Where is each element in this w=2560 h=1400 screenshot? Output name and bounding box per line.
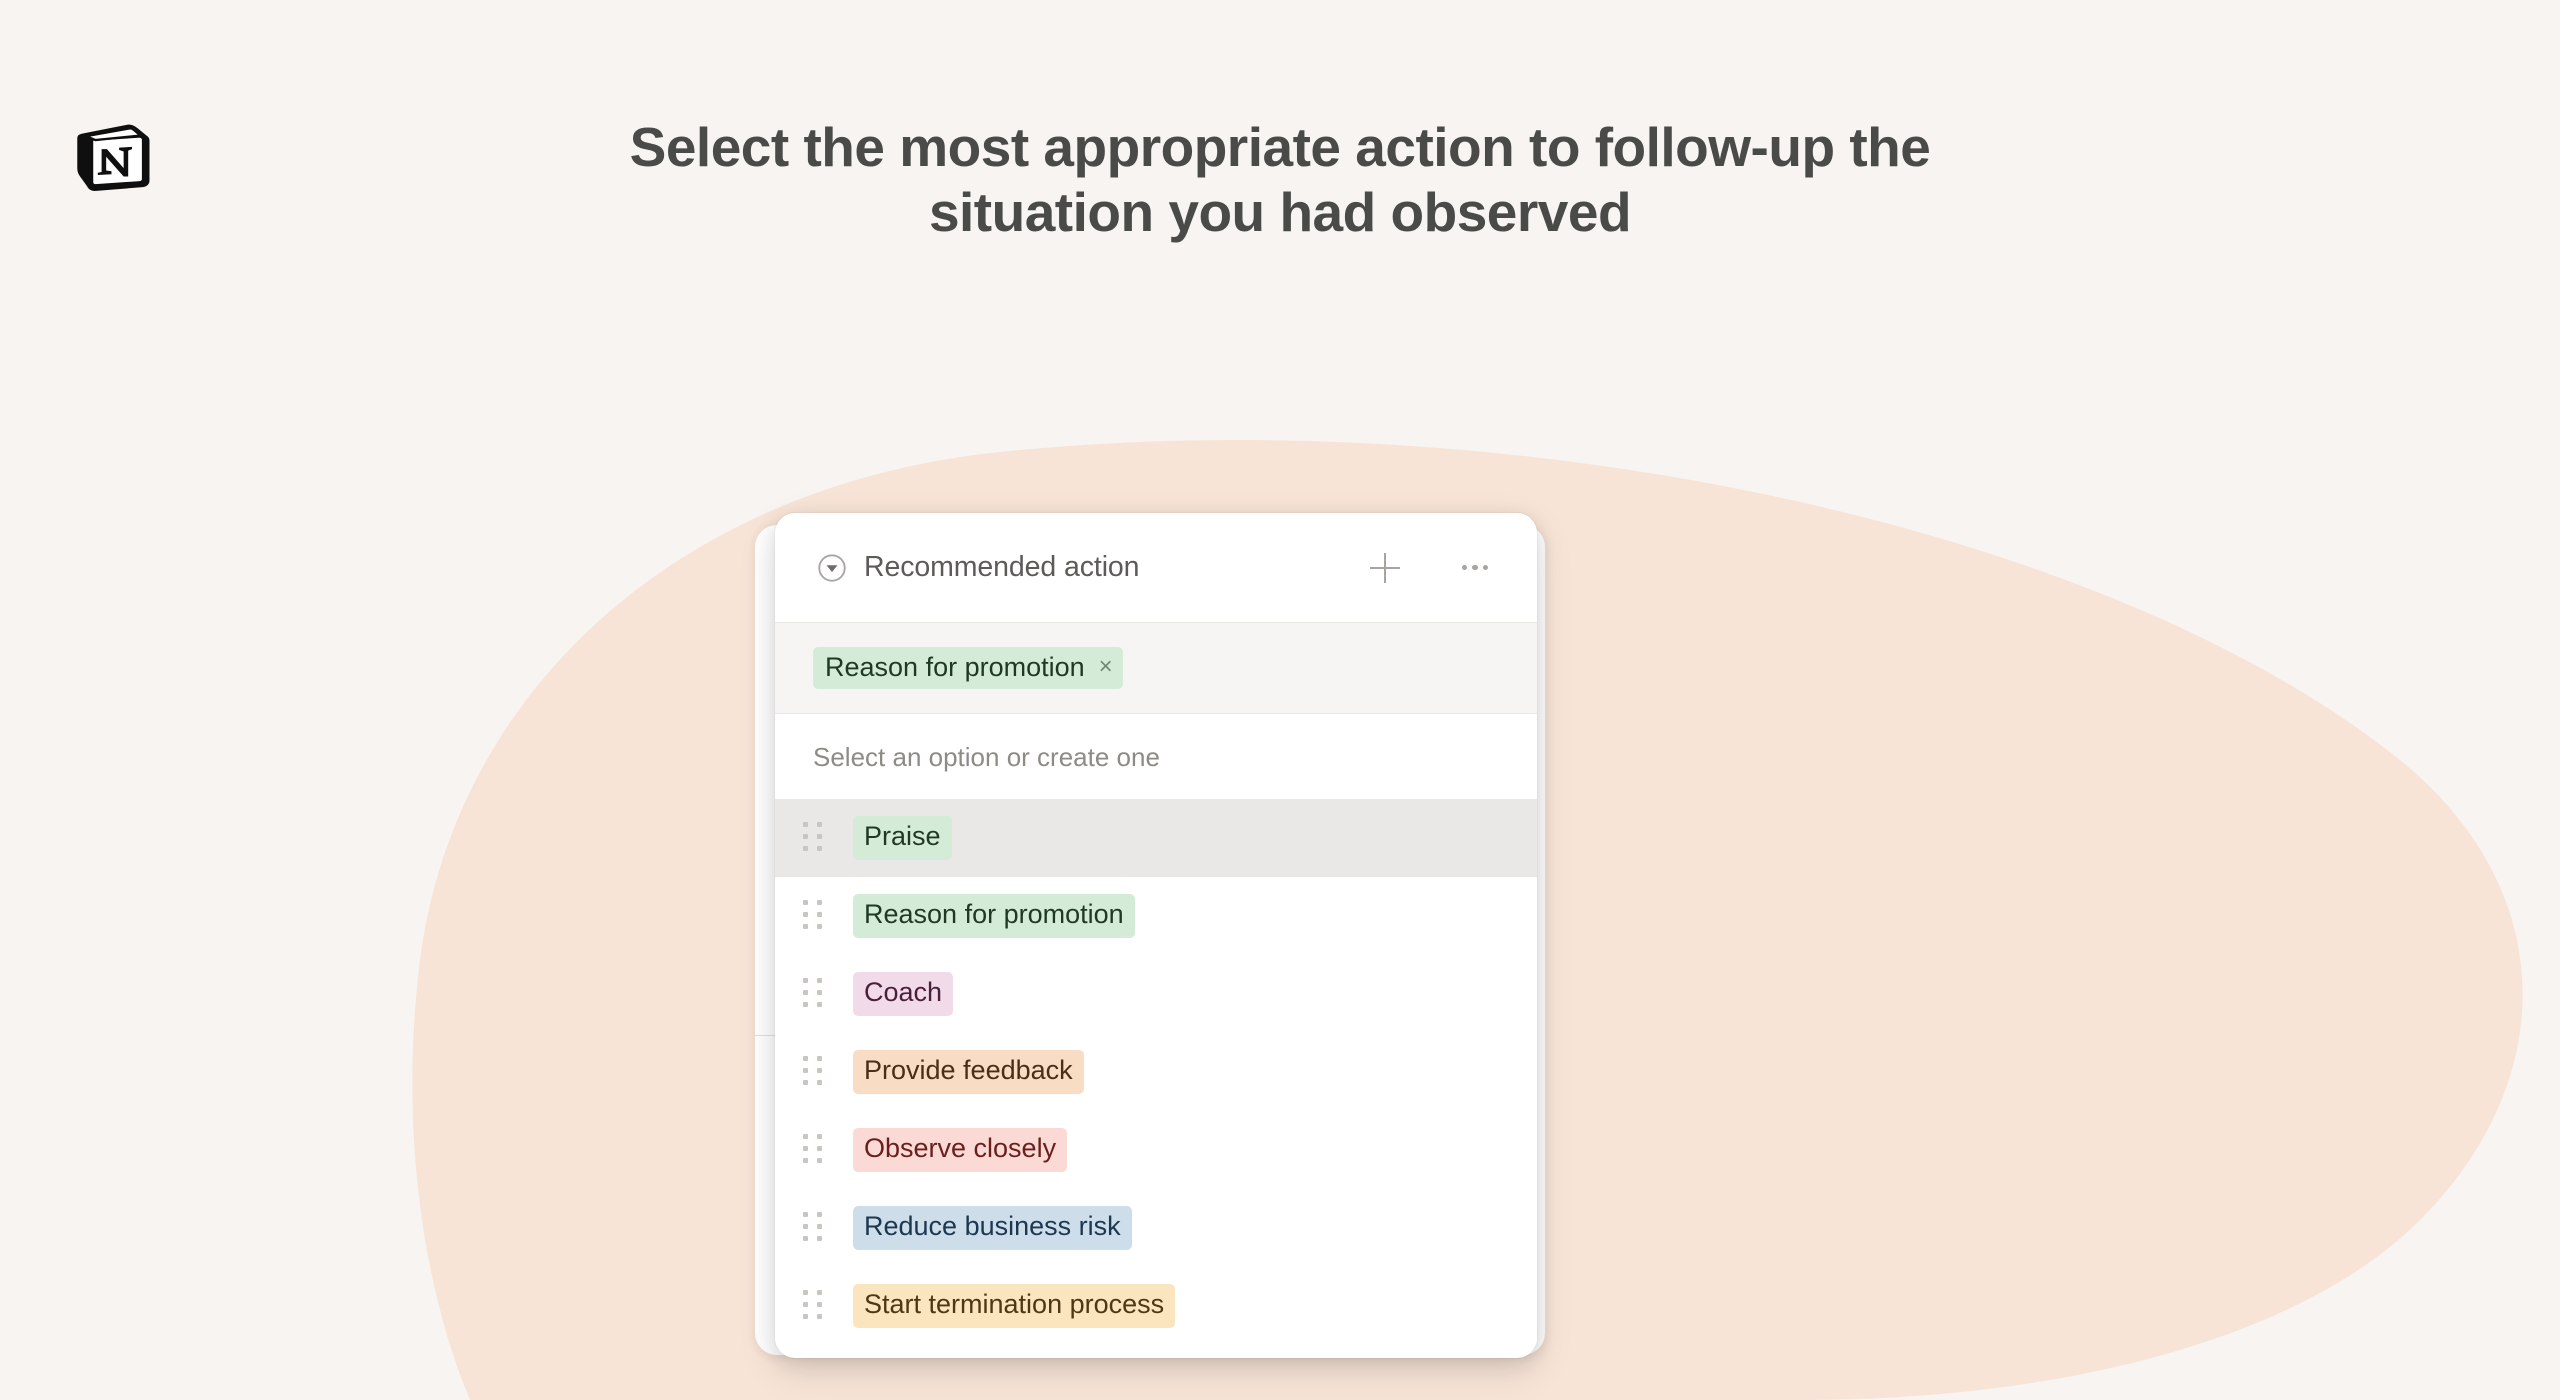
drag-handle-icon[interactable] <box>803 978 825 1010</box>
popup-header: Recommended action <box>775 513 1537 623</box>
option-chip: Praise <box>853 816 952 860</box>
list-item[interactable]: Observe closely <box>775 1111 1537 1189</box>
drag-handle-icon[interactable] <box>803 822 825 854</box>
chevron-down-circle-icon[interactable] <box>817 553 847 583</box>
option-chip: Coach <box>853 972 954 1016</box>
drag-handle-icon[interactable] <box>803 1212 825 1244</box>
list-item[interactable]: Provide feedback <box>775 1033 1537 1111</box>
more-horizontal-icon <box>1461 564 1489 571</box>
selected-tag[interactable]: Reason for promotion × <box>813 646 1123 690</box>
recommended-action-popup: Recommended action Reason for promotion … <box>775 513 1537 1358</box>
list-item[interactable]: Reduce business risk <box>775 1189 1537 1267</box>
more-options-button[interactable] <box>1449 542 1501 594</box>
add-option-button[interactable] <box>1359 542 1411 594</box>
drag-handle-icon[interactable] <box>803 1134 825 1166</box>
option-chip: Reduce business risk <box>853 1206 1132 1250</box>
list-item[interactable]: Start termination process <box>775 1267 1537 1345</box>
option-chip: Provide feedback <box>853 1050 1084 1094</box>
option-chip: Observe closely <box>853 1128 1068 1172</box>
close-icon[interactable]: × <box>1099 655 1113 679</box>
notion-logo-icon <box>77 124 150 191</box>
selected-tag-label: Reason for promotion <box>825 651 1085 682</box>
option-chip: Reason for promotion <box>853 894 1135 938</box>
plus-icon <box>1370 552 1400 583</box>
page-title-line-2: situation you had observed <box>928 180 1632 243</box>
drag-handle-icon[interactable] <box>803 900 825 932</box>
list-item[interactable]: Coach <box>775 955 1537 1033</box>
drag-handle-icon[interactable] <box>803 1056 825 1088</box>
list-item[interactable]: Praise <box>775 799 1537 877</box>
list-item[interactable]: Reason for promotion <box>775 877 1537 955</box>
page-title-line-1: Select the most appropriate action to fo… <box>629 116 1931 178</box>
option-chip: Start termination process <box>853 1284 1176 1328</box>
drag-handle-icon[interactable] <box>803 1290 825 1322</box>
options-list: Praise Reason for promotion Coach Provide f… <box>775 799 1537 1345</box>
page-title: Select the most appropriate action to fo… <box>380 115 2180 245</box>
selected-tags-input[interactable]: Reason for promotion × <box>775 623 1537 714</box>
select-hint: Select an option or create one <box>775 714 1537 799</box>
popup-title: Recommended action <box>864 551 1140 583</box>
popup-header-actions <box>1359 542 1537 594</box>
